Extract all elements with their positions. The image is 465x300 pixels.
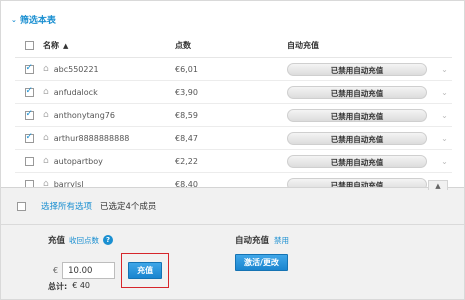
name-column-header[interactable]: 名称 ▲ xyxy=(43,40,175,51)
auto-recharge-status[interactable]: 已禁用自动充值 xyxy=(287,108,427,122)
members-table: 名称 ▲ 点数 自动充值 ⌂abc550221 €6,01 已禁用自动充值 ⌄ … xyxy=(15,34,452,196)
name-header-label: 名称 xyxy=(43,41,59,50)
recall-points-link[interactable]: 收回点数 xyxy=(69,235,99,246)
table-row: ⌂ anfudalock €3,90 已禁用自动充值 ⌄ xyxy=(15,81,452,104)
help-icon[interactable]: ? xyxy=(103,235,114,245)
house-icon: ⌂ xyxy=(43,133,49,143)
recharge-button[interactable]: 充值 xyxy=(128,262,163,279)
select-all-bar: 选择所有选项 已选定4个成员 xyxy=(1,188,464,225)
house-icon: ⌂ xyxy=(43,87,49,97)
member-name: arthur8888888888 xyxy=(53,133,130,143)
recharge-header: 充值 收回点数 ? xyxy=(48,234,114,246)
member-name: abc550221 xyxy=(53,64,99,74)
table-row: ⌂ anthonytang76 €8,59 已禁用自动充值 ⌄ xyxy=(15,104,452,127)
row-checkbox[interactable] xyxy=(24,86,34,97)
activate-change-button[interactable]: 激活/更改 xyxy=(235,254,288,271)
row-checkbox[interactable] xyxy=(24,109,34,120)
house-icon: ⌂ xyxy=(43,64,49,74)
recharge-button-highlight: 充值 xyxy=(121,253,170,288)
house-icon: ⌂ xyxy=(43,110,49,120)
table-header: 名称 ▲ 点数 自动充值 xyxy=(15,34,452,58)
row-checkbox[interactable] xyxy=(24,63,34,74)
select-all-link[interactable]: 选择所有选项 xyxy=(41,200,92,212)
row-expand-icon[interactable]: ⌄ xyxy=(437,134,452,143)
row-expand-icon[interactable]: ⌄ xyxy=(437,157,452,166)
member-amount: €8,47 xyxy=(175,133,198,143)
row-expand-icon[interactable]: ⌄ xyxy=(437,111,452,120)
auto-recharge-status[interactable]: 已禁用自动充值 xyxy=(287,154,427,168)
auto-recharge-label: 自动充值 xyxy=(235,236,270,246)
selected-count: 已选定4个成员 xyxy=(100,202,157,212)
amount-column-header: 点数 xyxy=(175,41,191,50)
auto-column-header: 自动充值 xyxy=(287,41,319,50)
member-amount: €3,90 xyxy=(175,87,198,97)
member-amount: €8,59 xyxy=(175,110,198,120)
activate-button-wrap: 激活/更改 xyxy=(235,254,299,271)
member-amount: €2,22 xyxy=(175,156,198,166)
auto-recharge-status-link[interactable]: 禁用 xyxy=(274,235,289,246)
filter-toggle[interactable]: ⌄ 筛选本表 xyxy=(11,13,56,27)
row-expand-icon[interactable]: ⌄ xyxy=(437,65,452,74)
table-row: ⌂ arthur8888888888 €8,47 已禁用自动充值 ⌄ xyxy=(15,127,452,150)
member-name: anthonytang76 xyxy=(53,110,115,120)
row-checkbox[interactable] xyxy=(24,132,34,143)
auto-recharge-status[interactable]: 已禁用自动充值 xyxy=(287,131,427,145)
recharge-amount-input[interactable] xyxy=(62,262,116,279)
table-row: ⌂ autopartboy €2,22 已禁用自动充值 ⌄ xyxy=(15,150,452,173)
row-checkbox[interactable] xyxy=(24,156,34,166)
house-icon: ⌂ xyxy=(43,156,49,166)
chevron-down-icon: ⌄ xyxy=(11,15,17,24)
select-all-checkbox[interactable] xyxy=(16,201,26,211)
recharge-label: 充值 xyxy=(48,236,66,246)
auto-recharge-status[interactable]: 已禁用自动充值 xyxy=(287,62,427,76)
member-amount: €6,01 xyxy=(175,64,198,74)
filter-label: 筛选本表 xyxy=(19,16,56,26)
total-label: 总计: xyxy=(48,282,68,291)
total-row: 总计: € 40 xyxy=(48,281,90,292)
sort-ascending-icon: ▲ xyxy=(63,41,69,50)
table-row: ⌂ abc550221 €6,01 已禁用自动充值 ⌄ xyxy=(15,58,452,81)
auto-recharge-header: 自动充值 禁用 xyxy=(235,234,289,247)
member-name: autopartboy xyxy=(53,156,103,166)
member-name: anfudalock xyxy=(53,87,98,97)
currency-symbol: € xyxy=(53,266,59,275)
auto-recharge-status[interactable]: 已禁用自动充值 xyxy=(287,85,427,99)
row-expand-icon[interactable]: ⌄ xyxy=(437,88,452,97)
header-checkbox[interactable] xyxy=(24,41,34,50)
total-value: € 40 xyxy=(72,281,91,290)
